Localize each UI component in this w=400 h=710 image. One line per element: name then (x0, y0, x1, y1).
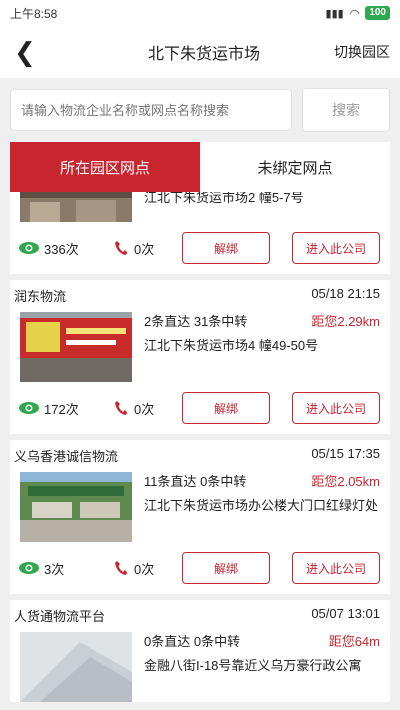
enter-company-button[interactable]: 进入此公司 (292, 392, 380, 424)
battery-icon: 100 (365, 6, 390, 20)
phone-icon (115, 561, 128, 575)
outlet-list[interactable]: 江北下朱货运市场2 幢5-7号 336次 0次 解绑 进入此公司 润东物流 05… (10, 192, 390, 710)
page-title: 北下朱货运市场 (147, 46, 260, 63)
outlet-card[interactable]: 义乌香港诚信物流 05/15 17:35 11条直达 0条中转 距您2.05km (10, 440, 390, 594)
tab-unbound-outlets[interactable]: 未绑定网点 (200, 142, 390, 192)
update-date: 05/07 13:01 (311, 606, 380, 621)
outlet-card[interactable]: 江北下朱货运市场2 幢5-7号 336次 0次 解绑 进入此公司 (10, 192, 390, 274)
outlet-card[interactable]: 人货通物流平台 05/07 13:01 0条直达 0条中转 距您64m 金融八街… (10, 600, 390, 702)
enter-company-button[interactable]: 进入此公司 (292, 232, 380, 264)
wifi-icon: ◠ (349, 7, 360, 20)
route-counts: 2条直达 31条中转 (144, 314, 248, 329)
outlet-photo (20, 632, 132, 702)
tab-bar: 所在园区网点 未绑定网点 (10, 142, 390, 192)
company-name: 义乌香港诚信物流 (14, 449, 119, 464)
company-name: 人货通物流平台 (14, 609, 106, 624)
view-count: 172次 (18, 399, 114, 418)
status-icons: ▮▮▮ ◠ 100 (326, 6, 390, 20)
eye-icon (19, 242, 39, 254)
view-count: 3次 (18, 559, 114, 578)
enter-company-button[interactable]: 进入此公司 (292, 552, 380, 584)
back-arrow-icon[interactable]: ❮ (14, 39, 54, 65)
phone-icon (115, 241, 128, 255)
outlet-address: 江北下朱货运市场4 幢49-50号 (144, 338, 319, 353)
signal-icon: ▮▮▮ (325, 7, 344, 20)
distance: 距您2.29km (311, 314, 380, 329)
search-button[interactable]: 搜索 (302, 88, 390, 132)
company-name: 润东物流 (14, 289, 67, 304)
unbind-button[interactable]: 解绑 (182, 392, 270, 424)
call-count: 0次 (114, 559, 178, 578)
call-count: 0次 (114, 239, 178, 258)
phone-icon (115, 401, 128, 415)
route-counts: 0条直达 0条中转 (144, 634, 241, 649)
outlet-card[interactable]: 润东物流 05/18 21:15 2条直达 31条中转 距您2.29km 江北下… (10, 280, 390, 434)
outlet-photo (20, 192, 132, 222)
distance: 距您64m (328, 634, 380, 649)
eye-icon (19, 402, 39, 414)
distance: 距您2.05km (311, 474, 380, 489)
outlet-photo (20, 472, 132, 542)
route-counts: 11条直达 0条中转 (144, 474, 247, 489)
outlet-address: 金融八街I-18号靠近义乌万豪行政公寓 (144, 658, 362, 673)
unbind-button[interactable]: 解绑 (182, 232, 270, 264)
update-date: 05/18 21:15 (311, 286, 380, 301)
status-time: 上午8:58 (10, 6, 58, 21)
view-count: 336次 (18, 239, 114, 258)
update-date: 05/15 17:35 (311, 446, 380, 461)
call-count: 0次 (114, 399, 178, 418)
search-bar: 搜索 (0, 78, 400, 142)
switch-park-button[interactable]: 切换园区 (334, 42, 390, 62)
eye-icon (19, 562, 39, 574)
outlet-address: 江北下朱货运市场2 幢5-7号 (144, 192, 304, 205)
outlet-address: 江北下朱货运市场办公楼大门口红绿灯处 (144, 498, 379, 513)
outlet-photo (20, 312, 132, 382)
status-bar: 上午8:58 ▮▮▮ ◠ 100 (0, 0, 400, 26)
search-input[interactable] (10, 89, 292, 131)
unbind-button[interactable]: 解绑 (182, 552, 270, 584)
app-header: ❮ 北下朱货运市场 切换园区 (0, 26, 400, 78)
tab-park-outlets[interactable]: 所在园区网点 (10, 142, 200, 192)
